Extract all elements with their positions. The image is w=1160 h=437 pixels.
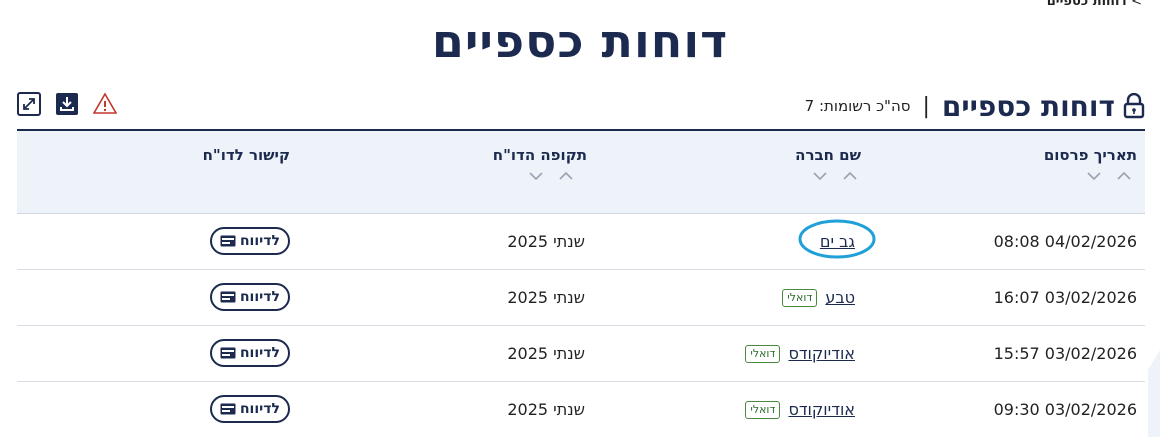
table-header: תאריך פרסום שם חברה תקופה הדו"ח קישור לד… bbox=[17, 131, 1145, 214]
table-row: 04/02/2026 08:08 גב ים שנתי 2025 לדיווח bbox=[17, 214, 1145, 270]
report-link-button[interactable]: לדיווח bbox=[209, 283, 290, 311]
report-link-label: לדיווח bbox=[239, 401, 280, 417]
section-title: דוחות כספיים bbox=[941, 89, 1115, 123]
report-period: שנתי 2025 bbox=[507, 344, 585, 363]
table-row: 03/02/2026 15:57 אודיוקודס דואלי שנתי 20… bbox=[17, 326, 1145, 382]
report-link-button[interactable]: לדיווח bbox=[209, 395, 290, 423]
report-period: שנתי 2025 bbox=[507, 400, 585, 419]
report-link-label: לדיווח bbox=[239, 345, 280, 361]
sort-desc-icon[interactable] bbox=[529, 171, 543, 181]
scroll-decoration bbox=[1148, 350, 1160, 437]
warning-icon[interactable] bbox=[93, 92, 117, 116]
records-count: סה"כ רשומות: 7 bbox=[804, 97, 911, 115]
report-link-button[interactable]: לדיווח bbox=[209, 339, 290, 367]
company-cell: אודיוקודס דואלי bbox=[745, 400, 855, 419]
company-link[interactable]: טבע bbox=[825, 288, 855, 307]
company-cell: גב ים bbox=[820, 232, 855, 251]
dual-listed-badge: דואלי bbox=[745, 344, 781, 363]
breadcrumb: > דוחות כספיים bbox=[1047, 0, 1142, 9]
report-link-button[interactable]: לדיווח bbox=[209, 227, 290, 255]
lock-icon bbox=[1123, 93, 1145, 119]
report-link-label: לדיווח bbox=[239, 233, 280, 249]
column-header-publish-date[interactable]: תאריך פרסום bbox=[1044, 146, 1137, 164]
reports-table: תאריך פרסום שם חברה תקופה הדו"ח קישור לד… bbox=[17, 129, 1145, 437]
dual-listed-badge: דואלי bbox=[782, 288, 818, 307]
sort-controls-publish-date bbox=[1087, 171, 1131, 181]
toolbar-actions bbox=[17, 92, 117, 116]
expand-icon[interactable] bbox=[17, 92, 41, 116]
document-icon bbox=[220, 347, 236, 359]
publish-date: 04/02/2026 08:08 bbox=[993, 232, 1137, 251]
download-icon[interactable] bbox=[55, 92, 79, 116]
document-icon bbox=[220, 235, 236, 247]
publish-date: 03/02/2026 09:30 bbox=[993, 400, 1137, 419]
sort-desc-icon[interactable] bbox=[813, 171, 827, 181]
document-icon bbox=[220, 291, 236, 303]
breadcrumb-separator: > bbox=[1131, 0, 1142, 9]
publish-date: 03/02/2026 16:07 bbox=[993, 288, 1137, 307]
title-divider: | bbox=[922, 93, 930, 119]
dual-listed-badge: דואלי bbox=[745, 400, 781, 419]
column-header-report-link: קישור לדו"ח bbox=[202, 146, 290, 164]
report-period: שנתי 2025 bbox=[507, 288, 585, 307]
company-cell: אודיוקודס דואלי bbox=[745, 344, 855, 363]
report-link-label: לדיווח bbox=[239, 289, 280, 305]
company-cell: טבע דואלי bbox=[782, 288, 855, 307]
sort-controls-company bbox=[813, 171, 857, 181]
company-link[interactable]: אודיוקודס bbox=[788, 344, 855, 363]
column-header-company[interactable]: שם חברה bbox=[795, 146, 861, 164]
sort-asc-icon[interactable] bbox=[1117, 171, 1131, 181]
sort-asc-icon[interactable] bbox=[559, 171, 573, 181]
page: > דוחות כספיים דוחות כספיים דוחות כספיים … bbox=[0, 0, 1160, 437]
sort-asc-icon[interactable] bbox=[843, 171, 857, 181]
column-header-report-period[interactable]: תקופה הדו"ח bbox=[493, 146, 587, 164]
publish-date: 03/02/2026 15:57 bbox=[993, 344, 1137, 363]
company-link[interactable]: אודיוקודס bbox=[788, 400, 855, 419]
table-row: 03/02/2026 16:07 טבע דואלי שנתי 2025 לדי… bbox=[17, 270, 1145, 326]
section-header: דוחות כספיים | סה"כ רשומות: 7 bbox=[805, 88, 1145, 124]
document-icon bbox=[220, 403, 236, 415]
breadcrumb-current[interactable]: דוחות כספיים bbox=[1047, 0, 1127, 9]
page-title: דוחות כספיים bbox=[431, 14, 729, 68]
company-link[interactable]: גב ים bbox=[820, 232, 855, 251]
report-period: שנתי 2025 bbox=[507, 232, 585, 251]
table-toolbar: דוחות כספיים | סה"כ רשומות: 7 bbox=[17, 88, 1145, 128]
sort-controls-report-period bbox=[529, 171, 573, 181]
sort-desc-icon[interactable] bbox=[1087, 171, 1101, 181]
table-row: 03/02/2026 09:30 אודיוקודס דואלי שנתי 20… bbox=[17, 382, 1145, 437]
